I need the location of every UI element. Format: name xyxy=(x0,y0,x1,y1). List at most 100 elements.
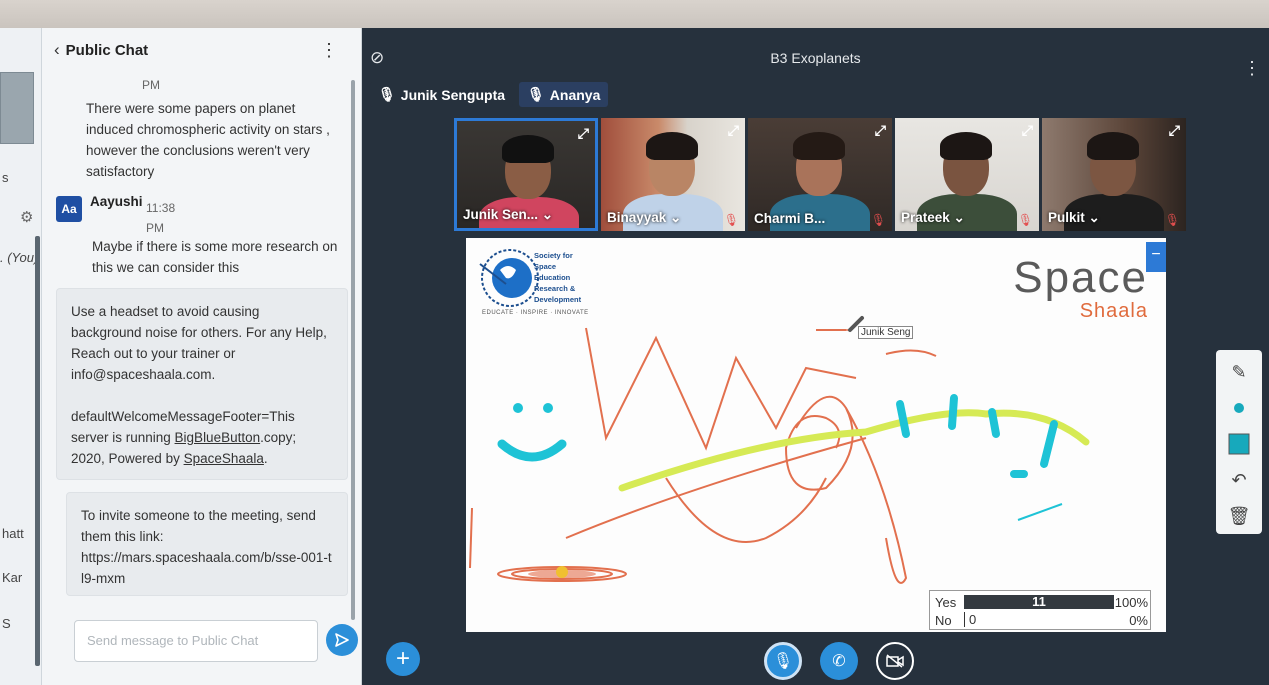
chat-options-icon[interactable]: ⋮ xyxy=(320,40,338,61)
video-name[interactable]: Junik Sen... ⌄ xyxy=(463,207,553,223)
chat-message-input[interactable]: Send message to Public Chat xyxy=(74,620,318,662)
ssed-logo-line: Society for xyxy=(534,251,573,260)
poll-row-no: No 0 0% xyxy=(930,611,1152,629)
video-name[interactable]: Prateek ⌄ xyxy=(901,210,965,226)
message-time-value: 11:38 xyxy=(146,201,176,215)
bigbluebutton-link[interactable]: BigBlueButton xyxy=(175,430,261,445)
chat-title[interactable]: Public Chat xyxy=(66,42,149,59)
message-time: 11:38 PM xyxy=(146,198,175,238)
wall-background xyxy=(0,0,1269,30)
chat-messages: PM There were some papers on planet indu… xyxy=(42,72,352,632)
avatar: Aa xyxy=(56,196,82,222)
ssed-logo: Society for Space Education Research & D… xyxy=(478,250,598,320)
video-strip: ⤢ Junik Sen... ⌄ ⤢ Binayyak ⌄ 🎙 ⤢ Charmi… xyxy=(454,118,1186,231)
poll-count: 11 xyxy=(1032,594,1046,609)
logo-shaala-text: Shaala xyxy=(1079,300,1148,322)
send-button[interactable] xyxy=(326,624,358,656)
expand-icon[interactable]: ⤢ xyxy=(1022,122,1033,139)
video-tile[interactable]: ⤢ Prateek ⌄ 🎙 xyxy=(895,118,1039,231)
phone-icon: ✆ xyxy=(832,653,846,670)
video-person xyxy=(646,132,698,160)
webcam-button[interactable] xyxy=(876,642,914,680)
options-icon[interactable]: ⋮ xyxy=(1243,58,1261,79)
user-list-item-you[interactable]: . (You) xyxy=(0,250,38,265)
welcome-footer-text: . xyxy=(263,451,268,466)
video-person xyxy=(502,135,554,163)
expand-icon[interactable]: ⤢ xyxy=(578,125,589,142)
ssed-logo-text: Society for Space Education Research & D… xyxy=(534,250,581,305)
poll-percent: 100% xyxy=(1114,595,1148,610)
user-list-item[interactable]: s xyxy=(2,170,9,185)
talking-indicator: 🎙 Junik Sengupta 🎙 Ananya xyxy=(370,82,609,107)
spaceshaala-link[interactable]: SpaceShaala xyxy=(184,451,264,466)
video-tile[interactable]: ⤢ Junik Sen... ⌄ xyxy=(454,118,598,231)
video-tile[interactable]: ⤢ Pulkit ⌄ 🎙 xyxy=(1042,118,1186,231)
pencil-tool-button[interactable]: ✎ xyxy=(1216,354,1262,390)
talker-name: Ananya xyxy=(549,86,601,103)
user-list-item[interactable]: S xyxy=(2,616,11,631)
main-presentation-area: ⊘ B3 Exoplanets ⋮ 🎙 Junik Sengupta 🎙 Ana… xyxy=(362,28,1269,685)
gear-icon[interactable]: ⚙ xyxy=(20,208,33,226)
poll-results: Yes 11 100% No 0 0% xyxy=(929,590,1151,630)
ssed-logo-line: Education xyxy=(534,273,571,282)
microphone-icon: 🎙 xyxy=(772,653,794,670)
video-person xyxy=(940,132,992,160)
thickness-button[interactable] xyxy=(1216,390,1262,426)
dot-icon xyxy=(1234,403,1244,413)
ssed-tagline: EDUCATE · INSPIRE · INNOVATE xyxy=(482,310,589,316)
annotation-toolbar: ✎ ↶ 🗑 xyxy=(1216,350,1262,534)
muted-mic-icon: 🎙 xyxy=(1017,213,1033,227)
video-name[interactable]: Charmi B... xyxy=(754,211,825,226)
video-tile[interactable]: ⤢ Charmi B... 🎙 xyxy=(748,118,892,231)
color-swatch-icon xyxy=(1228,433,1250,455)
user-list-item[interactable]: Kar xyxy=(2,570,22,585)
poll-percent: 0% xyxy=(1129,613,1148,628)
pencil-icon: ✎ xyxy=(1231,361,1247,382)
welcome-text: Use a headset to avoid causing backgroun… xyxy=(71,304,327,382)
expand-icon[interactable]: ⤢ xyxy=(1169,122,1180,139)
talker-badge: 🎙 Junik Sengupta xyxy=(370,82,514,107)
undo-icon: ↶ xyxy=(1231,469,1247,490)
video-name[interactable]: Binayyak ⌄ xyxy=(607,210,681,226)
message-time: PM xyxy=(142,78,160,92)
welcome-message: Use a headset to avoid causing backgroun… xyxy=(56,288,348,480)
message-text: Maybe if there is some more research on … xyxy=(92,239,338,275)
audio-button[interactable]: ✆ xyxy=(820,642,858,680)
user-list-panel: s ⚙ . (You) hatt Kar S xyxy=(0,28,42,685)
chat-header: ‹ Public Chat ⋮ xyxy=(42,28,362,72)
undo-button[interactable]: ↶ xyxy=(1216,462,1262,498)
public-chat-panel: ‹ Public Chat ⋮ PM There were some paper… xyxy=(42,28,362,685)
microphone-button[interactable]: 🎙 xyxy=(764,642,802,680)
expand-icon[interactable]: ⤢ xyxy=(875,122,886,139)
chat-scrollbar[interactable] xyxy=(351,80,355,620)
poll-option-label: Yes xyxy=(935,595,957,610)
camera-off-icon xyxy=(886,654,904,668)
user-list-scrollbar[interactable] xyxy=(35,236,40,666)
presenter-cursor-label: Junik Seng xyxy=(858,326,914,339)
ssed-logo-line: Space xyxy=(534,262,557,271)
expand-icon[interactable]: ⤢ xyxy=(728,122,739,139)
welcome-footer: defaultWelcomeMessageFooter=This server … xyxy=(71,406,333,469)
muted-mic-icon: 🎙 xyxy=(1164,213,1180,227)
color-button[interactable] xyxy=(1216,426,1262,462)
whiteboard[interactable]: Society for Space Education Research & D… xyxy=(466,238,1166,632)
video-name[interactable]: Pulkit ⌄ xyxy=(1048,210,1100,226)
muted-mic-icon: 🎙 xyxy=(723,213,739,227)
video-person xyxy=(793,132,845,160)
chevron-left-icon[interactable]: ‹ xyxy=(54,40,60,60)
trash-icon: 🗑 xyxy=(1227,505,1251,526)
invite-link[interactable]: https://mars.spaceshaala.com/b/sse-001-t… xyxy=(81,547,333,589)
plus-icon: + xyxy=(395,645,410,672)
actions-plus-button[interactable]: + xyxy=(386,642,420,676)
user-list-item[interactable]: hatt xyxy=(2,526,24,541)
ssed-logo-line: Research & xyxy=(534,284,576,293)
screen: s ⚙ . (You) hatt Kar S ‹ Public Chat ⋮ P… xyxy=(0,0,1269,685)
invite-text: To invite someone to the meeting, send t… xyxy=(81,508,316,544)
talker-badge: 🎙 Ananya xyxy=(519,82,609,107)
logo-space-text: Space xyxy=(1013,253,1148,302)
minimize-presentation-button[interactable]: − xyxy=(1146,242,1166,272)
video-tile[interactable]: ⤢ Binayyak ⌄ 🎙 xyxy=(601,118,745,231)
poll-count: 0 xyxy=(964,612,1114,627)
clear-button[interactable]: 🗑 xyxy=(1216,498,1262,534)
muted-mic-icon: 🎙 xyxy=(870,213,886,227)
